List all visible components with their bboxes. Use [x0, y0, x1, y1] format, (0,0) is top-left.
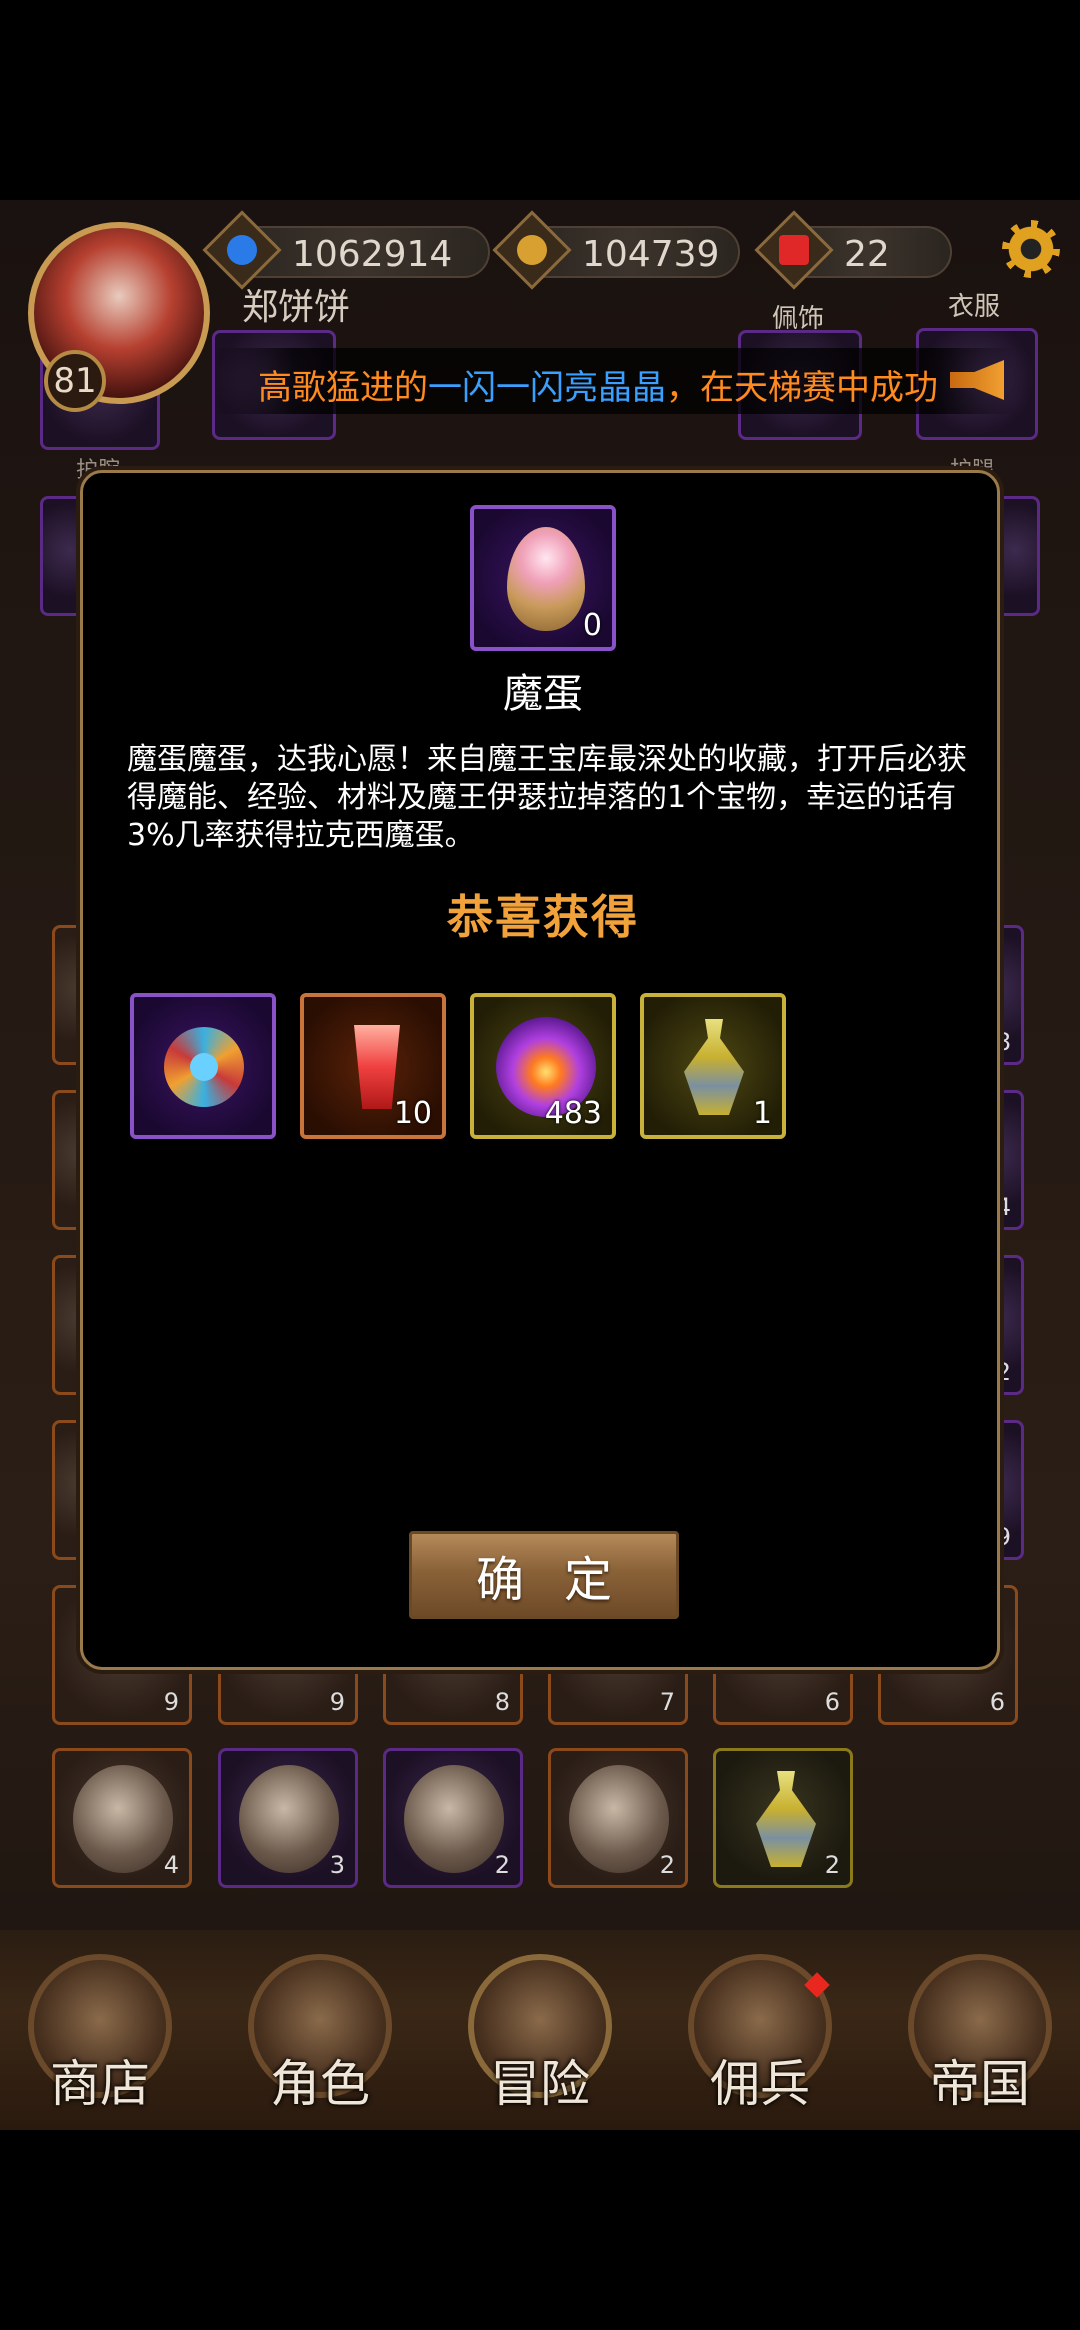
hero-card[interactable]: 3 — [218, 1748, 358, 1888]
item-card[interactable]: 2 — [713, 1748, 853, 1888]
top-hud: 81 1062914 104739 22 郑饼饼 佩饰 衣服 护腕 护腿 高歌猛… — [0, 200, 1080, 483]
resource-gold-coin[interactable]: 104739 — [492, 210, 740, 290]
magic-egg-icon — [507, 527, 585, 631]
hero-portrait — [404, 1765, 504, 1873]
congrats-heading: 恭喜获得 — [447, 890, 639, 944]
nav-empire[interactable]: 帝国 — [900, 1954, 1060, 2124]
item-description: 魔蛋魔蛋，达我心愿！来自魔王宝库最深处的收藏，打开后必获得魔能、经验、材料及魔王… — [127, 742, 967, 853]
player-name: 郑饼饼 — [242, 287, 351, 328]
item-preview: 0 — [470, 505, 616, 651]
reward-slot[interactable] — [130, 993, 276, 1139]
nav-shop[interactable]: 商店 — [20, 1954, 180, 2124]
nav-adventure[interactable]: 冒险 — [460, 1954, 620, 2124]
hero-card[interactable]: 4 — [52, 1748, 192, 1888]
slot-label-accessory: 佩饰 — [772, 304, 825, 334]
bottom-nav: 商店 角色 冒险 佣兵 帝国 — [0, 1930, 1080, 2130]
ticker-player-name: 一闪一闪亮晶晶 — [428, 368, 666, 408]
hero-portrait — [569, 1765, 669, 1873]
confirm-button[interactable]: 确定 — [409, 1531, 679, 1619]
amulet-icon — [164, 1027, 244, 1107]
reward-slot[interactable]: 483 — [470, 993, 616, 1139]
hero-portrait — [239, 1765, 339, 1873]
vase-icon — [684, 1019, 744, 1115]
reward-slot[interactable]: 10 — [300, 993, 446, 1139]
hero-card[interactable]: 2 — [548, 1748, 688, 1888]
resource-red-crystal[interactable]: 22 — [754, 210, 952, 290]
item-title: 魔蛋 — [503, 671, 583, 717]
gold-coin-icon — [492, 210, 572, 290]
level-badge: 81 — [44, 350, 106, 412]
item-dialog: 0 魔蛋 魔蛋魔蛋，达我心愿！来自魔王宝库最深处的收藏，打开后必获得魔能、经验、… — [80, 470, 1000, 1670]
nav-character[interactable]: 角色 — [240, 1954, 400, 2124]
slot-label-clothing: 衣服 — [948, 292, 1001, 322]
vase-icon — [756, 1771, 816, 1867]
resource-blue-gem[interactable]: 1062914 — [202, 210, 490, 290]
settings-gear-icon[interactable] — [1006, 224, 1056, 274]
hero-portrait — [73, 1765, 173, 1873]
broadcast-ticker: 高歌猛进的一闪一闪亮晶晶，在天梯赛中成功 — [214, 348, 1014, 414]
reward-slot[interactable]: 1 — [640, 993, 786, 1139]
hero-card[interactable]: 2 — [383, 1748, 523, 1888]
red-crystal-icon — [754, 210, 834, 290]
